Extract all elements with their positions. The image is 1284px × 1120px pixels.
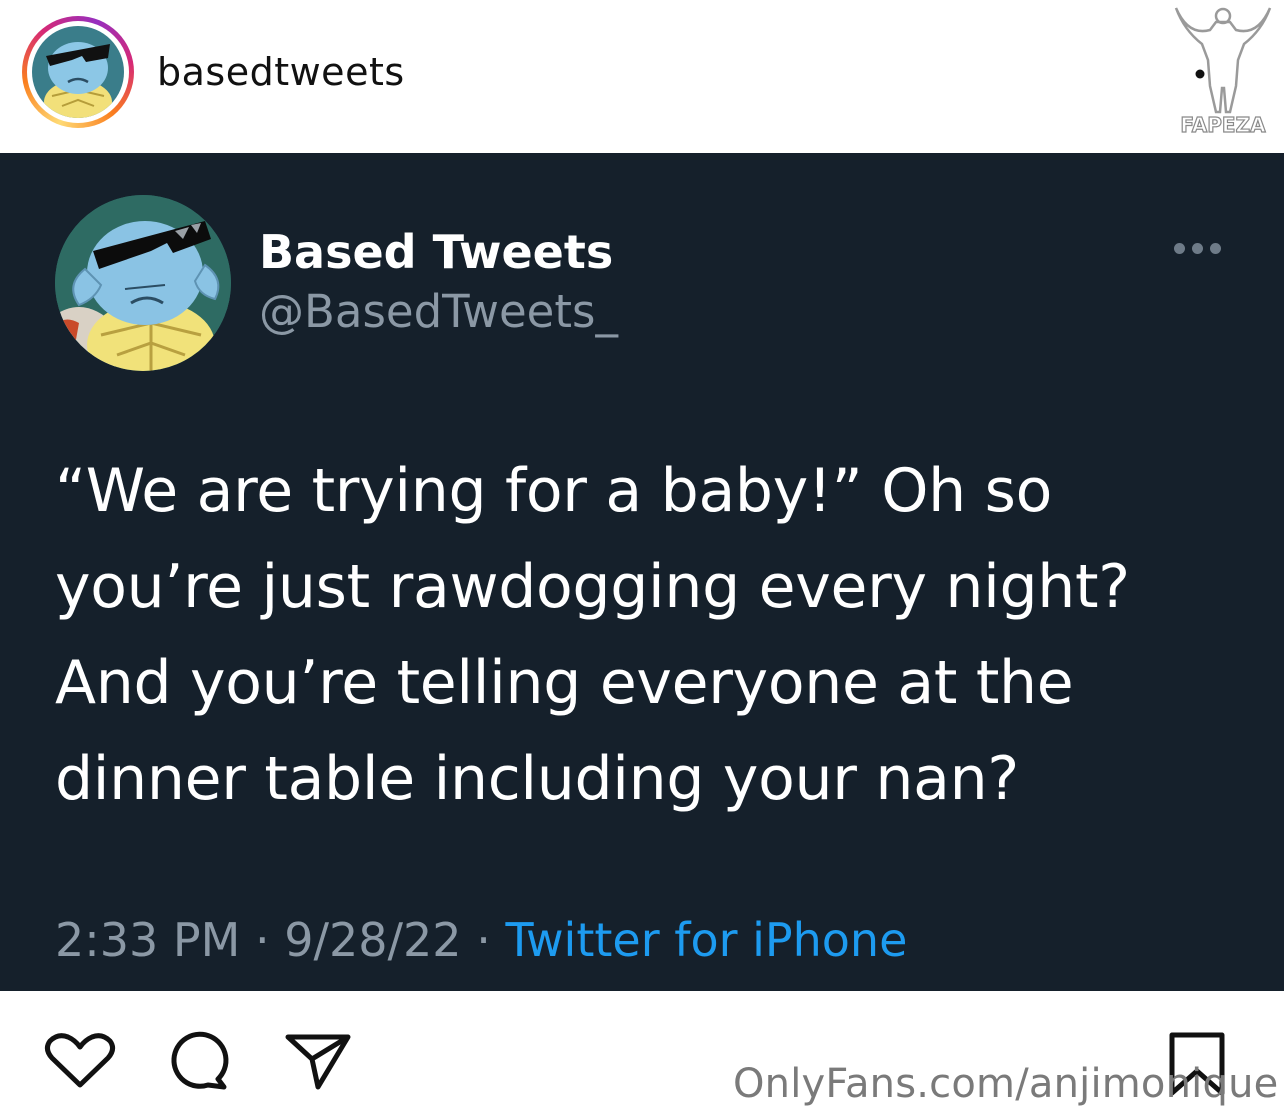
more-horizontal-icon[interactable] bbox=[1170, 233, 1230, 263]
post-header: basedtweets FAPEZA bbox=[0, 0, 1284, 153]
tweet-meta: 2:33 PM · 9/28/22 · Twitter for iPhone bbox=[55, 913, 907, 967]
tweet-card: Based Tweets @BasedTweets_ “We are tryin… bbox=[0, 153, 1284, 991]
heart-icon[interactable] bbox=[40, 1031, 120, 1091]
watermark-brand-text: FAPEZA bbox=[1180, 113, 1266, 137]
paper-plane-icon[interactable] bbox=[284, 1029, 354, 1093]
post-username[interactable]: basedtweets bbox=[157, 50, 405, 94]
profile-avatar-story-ring[interactable] bbox=[22, 16, 134, 128]
tweet-time: 2:33 PM bbox=[55, 913, 241, 967]
meta-separator: · bbox=[461, 913, 506, 967]
tweet-source-link[interactable]: Twitter for iPhone bbox=[505, 913, 907, 967]
post-actions: OnlyFans.com/anjimonique bbox=[0, 991, 1284, 1120]
onlyfans-watermark: OnlyFans.com/anjimonique bbox=[733, 1061, 1279, 1107]
avatar bbox=[32, 26, 124, 118]
tweet-avatar bbox=[55, 195, 231, 371]
comment-icon[interactable] bbox=[164, 1031, 234, 1091]
tweet-date[interactable]: 9/28/22 bbox=[284, 913, 461, 967]
watermark-logo: FAPEZA bbox=[1168, 0, 1278, 140]
tweet-handle[interactable]: @BasedTweets_ bbox=[259, 285, 618, 338]
tweet-text: “We are trying for a baby!” Oh so you’re… bbox=[55, 456, 1130, 814]
tweet-display-name[interactable]: Based Tweets bbox=[259, 225, 613, 279]
meta-separator: · bbox=[240, 913, 285, 967]
post-more-icon[interactable] bbox=[1195, 62, 1209, 86]
